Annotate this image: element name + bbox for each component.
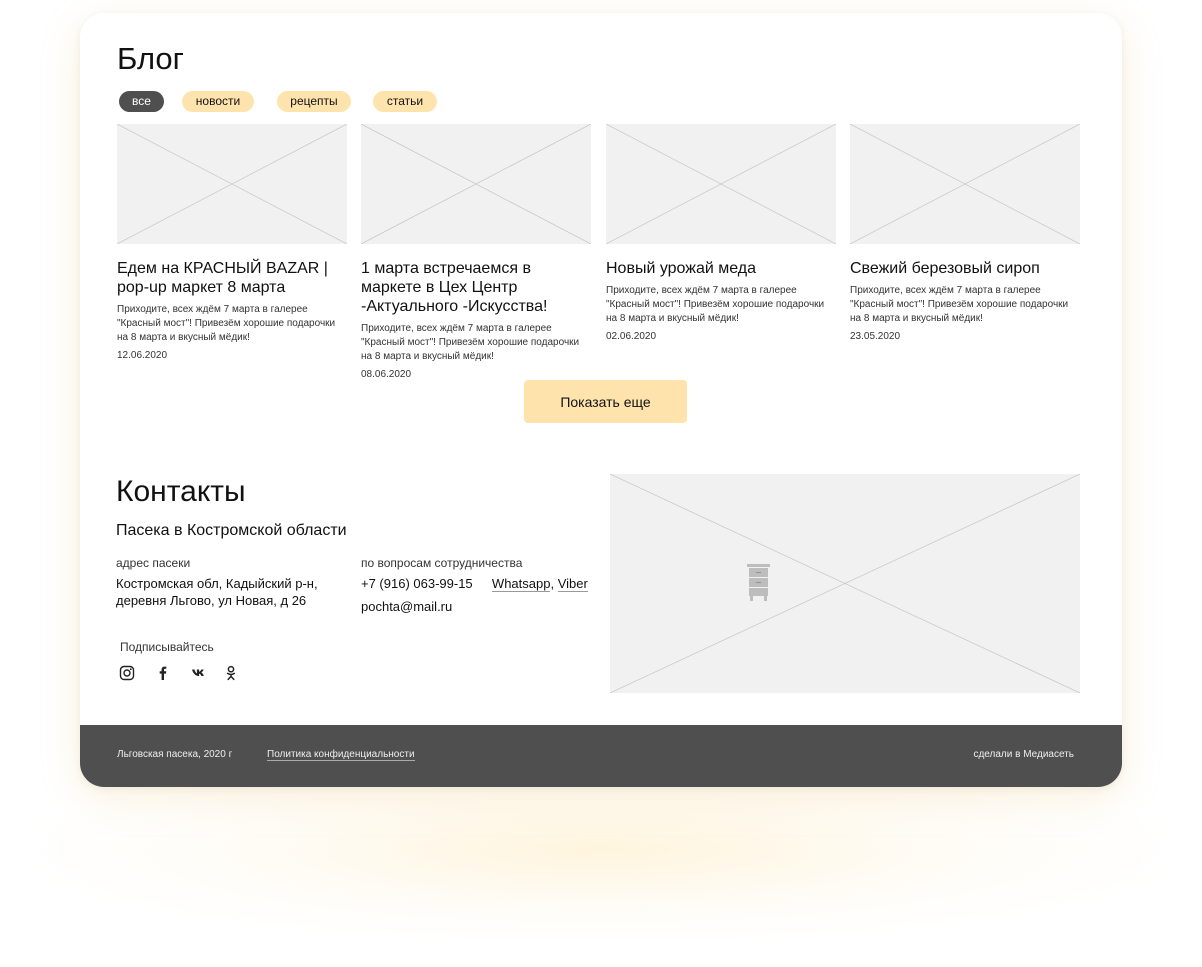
beehive-icon — [747, 564, 770, 601]
messenger-separator: , — [550, 576, 555, 591]
post-title[interactable]: Свежий березовый сироп — [850, 259, 1080, 278]
map-cross-lines — [610, 474, 1080, 693]
viber-link[interactable]: Viber — [557, 576, 588, 592]
post-image-placeholder[interactable] — [361, 124, 591, 244]
phone-row: +7 (916) 063-99-15 Whatsapp, Viber — [361, 575, 588, 592]
privacy-policy-link[interactable]: Политика конфиденциальности — [267, 749, 415, 761]
email-link[interactable]: pochta@mail.ru — [361, 598, 452, 615]
phone-number[interactable]: +7 (916) 063-99-15 — [361, 576, 473, 591]
post-excerpt: Приходите, всех ждём 7 марта в галерее "… — [117, 304, 336, 343]
filter-articles[interactable]: статьи — [373, 91, 437, 112]
post-date: 12.06.2020 — [117, 350, 168, 361]
filter-news[interactable]: новости — [182, 91, 254, 112]
post-date: 08.06.2020 — [361, 369, 412, 380]
facebook-icon[interactable] — [155, 665, 171, 681]
post-date: 23.05.2020 — [850, 331, 901, 342]
contacts-title: Контакты — [116, 475, 246, 508]
blog-title: Блог — [117, 41, 184, 76]
post-image-placeholder[interactable] — [117, 124, 347, 244]
footer-copyright: Льговская пасека, 2020 г — [117, 749, 233, 760]
card-glow — [40, 760, 1162, 940]
odnoklassniki-icon[interactable] — [223, 665, 239, 681]
address-line-2: деревня Льгово, ул Новая, д 26 — [116, 593, 307, 608]
map-placeholder[interactable] — [610, 474, 1080, 693]
address-label: адрес пасеки — [116, 556, 191, 570]
post-date: 02.06.2020 — [606, 331, 657, 342]
post-title[interactable]: Новый урожай меда — [606, 259, 836, 278]
vk-icon[interactable] — [191, 665, 207, 681]
post-excerpt: Приходите, всех ждём 7 марта в галерее "… — [361, 323, 580, 362]
whatsapp-link[interactable]: Whatsapp — [491, 576, 551, 592]
subscribe-label: Подписывайтесь — [120, 640, 214, 654]
instagram-icon[interactable] — [119, 665, 135, 681]
address-line-1: Костромская обл, Кадыйский р-н, — [116, 576, 318, 591]
post-excerpt: Приходите, всех ждём 7 марта в галерее "… — [850, 285, 1069, 324]
contacts-subtitle: Пасека в Костромской области — [116, 522, 347, 539]
blog-filters: все новости рецепты статьи — [119, 91, 519, 112]
cooperation-label: по вопросам сотрудничества — [361, 556, 523, 570]
show-more-button[interactable]: Показать еще — [524, 380, 687, 423]
blog-post-card[interactable]: Новый урожай меда Приходите, всех ждём 7… — [606, 124, 836, 342]
post-title[interactable]: 1 марта встречаемся в маркете в Цех Цент… — [361, 259, 591, 316]
blog-post-card[interactable]: Едем на КРАСНЫЙ BAZAR | pop-up маркет 8 … — [117, 124, 347, 361]
post-image-placeholder[interactable] — [850, 124, 1080, 244]
post-title[interactable]: Едем на КРАСНЫЙ BAZAR | pop-up маркет 8 … — [117, 259, 347, 297]
filter-all[interactable]: все — [119, 91, 164, 112]
filter-recipes[interactable]: рецепты — [277, 91, 351, 112]
developer-credit-link[interactable]: сделали в Медиасеть — [973, 749, 1074, 760]
blog-post-card[interactable]: Свежий березовый сироп Приходите, всех ж… — [850, 124, 1080, 342]
page-card: Блог все новости рецепты статьи Едем на … — [80, 13, 1122, 787]
blog-post-card[interactable]: 1 марта встречаемся в маркете в Цех Цент… — [361, 124, 591, 380]
post-image-placeholder[interactable] — [606, 124, 836, 244]
site-footer: Льговская пасека, 2020 г Политика конфид… — [80, 725, 1122, 787]
post-excerpt: Приходите, всех ждём 7 марта в галерее "… — [606, 285, 825, 324]
